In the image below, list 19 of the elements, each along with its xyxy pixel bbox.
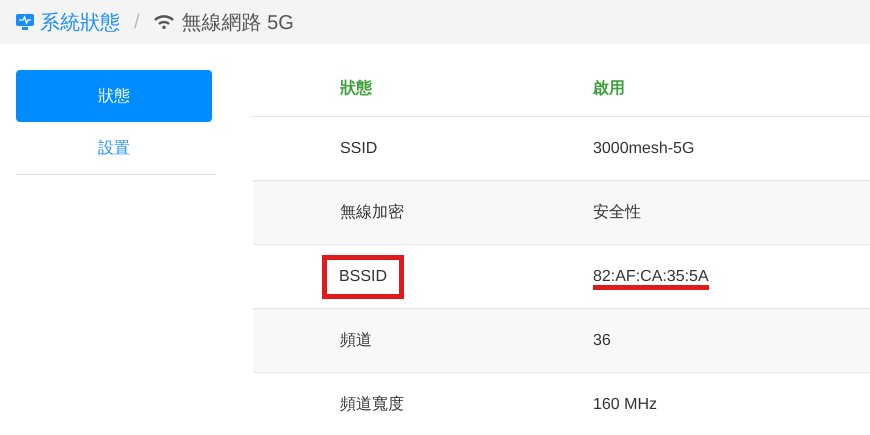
table-cell: 82:AF:CA:35:5A [593, 268, 709, 290]
table-cell: 安全性 [593, 204, 641, 221]
table-cell: BSSID [322, 254, 404, 298]
table-cell: SSID [340, 140, 378, 158]
column-header: 狀態 [338, 78, 373, 98]
table-cell: 36 [593, 332, 611, 348]
table-cell-text: 無線加密 [340, 202, 404, 223]
table-cell-text: 頻道 [340, 331, 372, 351]
table-cell: 160 MHz [593, 396, 658, 412]
breadcrumb-link[interactable]: 系統狀態 [40, 8, 120, 36]
wifi-icon [154, 15, 174, 29]
table-cell: 3000mesh-5G [593, 140, 694, 156]
sidebar-item[interactable]: 設置 [16, 122, 212, 174]
monitor-icon [16, 13, 34, 31]
breadcrumb-current: 無線網路 5G [182, 10, 294, 36]
table-cell-text: 頻道寬度 [340, 394, 404, 415]
sidebar-item[interactable]: 狀態 [16, 70, 212, 122]
breadcrumb-separator: / [134, 10, 140, 34]
column-header: 啟用 [593, 78, 625, 98]
